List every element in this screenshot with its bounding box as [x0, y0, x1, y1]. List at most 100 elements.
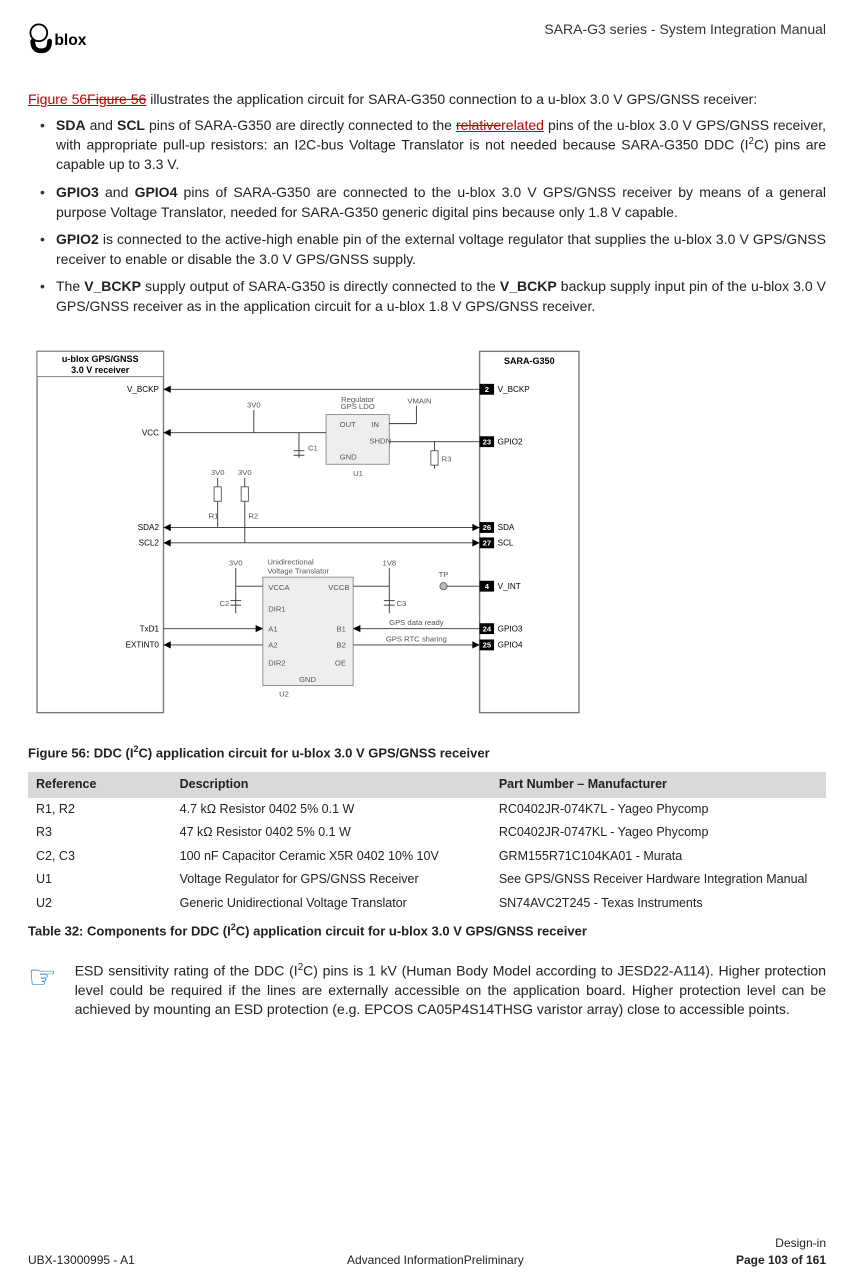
svg-text:VCC: VCC	[142, 428, 159, 437]
bold-text: GPIO3	[56, 184, 99, 200]
figure-link[interactable]: Figure 56	[28, 91, 87, 107]
bullet-item: The V_BCKP supply output of SARA-G350 is…	[46, 277, 826, 316]
svg-text:R1: R1	[209, 511, 219, 520]
table-row: R1, R24.7 kΩ Resistor 0402 5% 0.1 WRC040…	[28, 798, 826, 822]
svg-text:C2: C2	[219, 599, 229, 608]
svg-text:3V0: 3V0	[247, 400, 261, 409]
svg-text:2: 2	[485, 385, 489, 394]
table-header-row: Reference Description Part Number – Manu…	[28, 772, 826, 798]
text: C) application circuit for u-blox 3.0 V …	[236, 923, 587, 938]
bold-text: SCL	[117, 117, 145, 133]
svg-text:TP: TP	[439, 570, 449, 579]
svg-text:23: 23	[483, 437, 492, 446]
svg-text:SDA: SDA	[498, 523, 515, 532]
svg-text:3V0: 3V0	[211, 468, 225, 477]
svg-text:u-blox GPS/GNSS: u-blox GPS/GNSS	[62, 354, 139, 364]
svg-text:OE: OE	[335, 658, 346, 667]
cell: R3	[28, 821, 172, 845]
svg-text:4: 4	[485, 581, 490, 590]
circuit-diagram: .lbl { font: 9.5px Arial; fill:#333; } .…	[28, 327, 588, 737]
bold-text: GPIO2	[56, 231, 99, 247]
footer-section: Design-in	[736, 1235, 826, 1252]
footer-left: UBX-13000995 - A1	[28, 1252, 135, 1269]
svg-text:VCCB: VCCB	[328, 582, 349, 591]
cell: Voltage Regulator for GPS/GNSS Receiver	[172, 868, 491, 892]
components-table: Reference Description Part Number – Manu…	[28, 772, 826, 915]
svg-text:SHDN: SHDN	[369, 436, 391, 445]
strike-text: relative	[456, 117, 501, 133]
svg-text:EXTINT0: EXTINT0	[126, 640, 160, 649]
svg-text:SCL: SCL	[498, 538, 514, 547]
svg-text:GPS data ready: GPS data ready	[389, 618, 444, 627]
svg-text:DIR2: DIR2	[268, 658, 285, 667]
note-text: ESD sensitivity rating of the DDC (I2C) …	[75, 961, 826, 1020]
text: ESD sensitivity rating of the DDC (I	[75, 962, 298, 978]
svg-text:SCL2: SCL2	[139, 538, 160, 547]
text: Figure 56: DDC (I	[28, 745, 133, 760]
svg-text:3V0: 3V0	[229, 558, 243, 567]
svg-text:GND: GND	[340, 452, 357, 461]
svg-text:SARA-G350: SARA-G350	[504, 356, 555, 366]
svg-text:1V8: 1V8	[382, 558, 396, 567]
cell: RC0402JR-074K7L - Yageo Phycomp	[491, 798, 826, 822]
svg-text:26: 26	[483, 523, 492, 532]
figure-caption: Figure 56: DDC (I2C) application circuit…	[28, 743, 826, 763]
svg-text:U2: U2	[279, 689, 289, 698]
svg-text:TxD1: TxD1	[140, 624, 160, 633]
page-footer: UBX-13000995 - A1 Advanced InformationPr…	[28, 1235, 826, 1269]
table-row: U1Voltage Regulator for GPS/GNSS Receive…	[28, 868, 826, 892]
note-block: ☞ ESD sensitivity rating of the DDC (I2C…	[28, 961, 826, 1020]
svg-text:V_INT: V_INT	[498, 581, 521, 590]
svg-text:25: 25	[483, 640, 492, 649]
svg-text:A1: A1	[268, 624, 277, 633]
svg-text:R3: R3	[442, 454, 452, 463]
bold-text: GPIO4	[135, 184, 178, 200]
figure-56: .lbl { font: 9.5px Arial; fill:#333; } .…	[28, 327, 826, 737]
svg-text:GPS RTC sharing: GPS RTC sharing	[386, 634, 447, 643]
ublox-logo-icon: blox	[28, 20, 100, 60]
svg-text:V_BCKP: V_BCKP	[127, 385, 159, 394]
text: is connected to the active-high enable p…	[56, 231, 826, 267]
bold-text: V_BCKP	[500, 278, 557, 294]
svg-text:VMAIN: VMAIN	[407, 396, 431, 405]
text: C) application circuit for u-blox 3.0 V …	[139, 745, 490, 760]
svg-text:GPIO2: GPIO2	[498, 437, 523, 446]
svg-text:Voltage Translator: Voltage Translator	[267, 566, 329, 575]
svg-text:C1: C1	[308, 443, 318, 452]
pointing-hand-icon: ☞	[28, 961, 57, 1020]
svg-text:27: 27	[483, 538, 492, 547]
bullet-item: GPIO3 and GPIO4 pins of SARA-G350 are co…	[46, 183, 826, 222]
cell: RC0402JR-0747KL - Yageo Phycomp	[491, 821, 826, 845]
table-row: U2Generic Unidirectional Voltage Transla…	[28, 892, 826, 916]
svg-text:Regulator: Regulator	[341, 395, 375, 404]
svg-text:3.0 V receiver: 3.0 V receiver	[71, 365, 130, 375]
svg-text:blox: blox	[54, 32, 86, 49]
footer-page: Page 103 of 161	[736, 1253, 826, 1267]
svg-text:A2: A2	[268, 640, 277, 649]
svg-text:3V0: 3V0	[238, 468, 252, 477]
cell: 100 nF Capacitor Ceramic X5R 0402 10% 10…	[172, 845, 491, 869]
bold-text: V_BCKP	[84, 278, 141, 294]
cell: U2	[28, 892, 172, 916]
svg-text:U1: U1	[353, 469, 363, 478]
text: Table 32: Components for DDC (I	[28, 923, 231, 938]
cell: 4.7 kΩ Resistor 0402 5% 0.1 W	[172, 798, 491, 822]
bold-text: SDA	[56, 117, 86, 133]
cell: See GPS/GNSS Receiver Hardware Integrati…	[491, 868, 826, 892]
intro-paragraph: Figure 56Figure 56 illustrates the appli…	[28, 90, 826, 110]
intro-rest: illustrates the application circuit for …	[146, 91, 757, 107]
svg-text:B2: B2	[337, 640, 346, 649]
page-header: blox SARA-G3 series - System Integration…	[28, 20, 826, 60]
svg-text:IN: IN	[371, 420, 379, 429]
svg-text:DIR1: DIR1	[268, 604, 285, 613]
svg-text:Unidirectional: Unidirectional	[267, 557, 314, 566]
cell: GRM155R71C104KA01 - Murata	[491, 845, 826, 869]
svg-text:24: 24	[483, 624, 492, 633]
cell: SN74AVC2T245 - Texas Instruments	[491, 892, 826, 916]
svg-text:GPIO3: GPIO3	[498, 624, 523, 633]
logo-area: blox	[28, 20, 100, 60]
svg-text:C3: C3	[397, 599, 407, 608]
table-row: R347 kΩ Resistor 0402 5% 0.1 WRC0402JR-0…	[28, 821, 826, 845]
footer-right: Design-in Page 103 of 161	[736, 1235, 826, 1269]
svg-text:OUT: OUT	[340, 420, 356, 429]
